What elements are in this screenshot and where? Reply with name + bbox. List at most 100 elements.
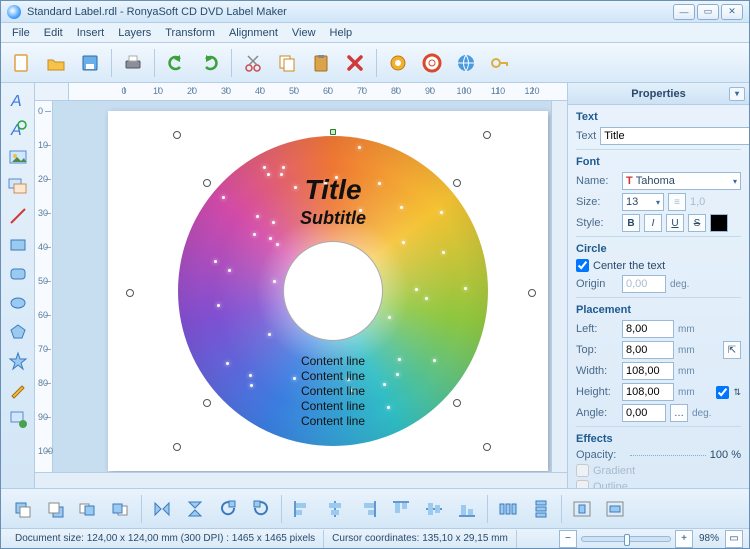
lock-pos-icon[interactable]: ⇱ (723, 341, 741, 359)
disc-content[interactable]: Content lineContent lineContent lineCont… (178, 354, 488, 429)
selection-handle-w[interactable] (126, 289, 134, 297)
angle-pick-icon[interactable]: … (670, 404, 688, 422)
menubar: File Edit Insert Layers Transform Alignm… (1, 23, 749, 43)
redo-button[interactable] (195, 48, 225, 78)
text-input[interactable] (600, 127, 749, 145)
width-input[interactable] (622, 362, 674, 380)
insert-circle-text-button[interactable]: A (5, 116, 31, 142)
open-button[interactable] (41, 48, 71, 78)
align-middle-v-button[interactable] (419, 494, 449, 524)
origin-input (622, 275, 666, 293)
font-color-swatch[interactable] (710, 214, 728, 232)
menu-transform[interactable]: Transform (158, 25, 222, 41)
menu-edit[interactable]: Edit (37, 25, 70, 41)
menu-alignment[interactable]: Alignment (222, 25, 285, 41)
insert-ellipse-button[interactable] (5, 290, 31, 316)
flip-v-button[interactable] (180, 494, 210, 524)
scrollbar-horizontal[interactable] (35, 472, 567, 488)
align-left-button[interactable] (287, 494, 317, 524)
disc-subtitle[interactable]: Subtitle (178, 208, 488, 229)
zoom-level: 98% (699, 533, 719, 544)
zoom-fit-button[interactable]: ▭ (725, 530, 743, 548)
new-button[interactable] (7, 48, 37, 78)
app-icon (7, 5, 21, 19)
align-top-button[interactable] (386, 494, 416, 524)
rotate-right-button[interactable] (246, 494, 276, 524)
disc-info-right[interactable]: Info (483, 286, 488, 303)
center-page-h-button[interactable] (567, 494, 597, 524)
statusbar: Document size: 124,00 x 124,00 mm (300 D… (1, 528, 749, 548)
insert-star-button[interactable] (5, 348, 31, 374)
insert-text-button[interactable]: A (5, 87, 31, 113)
font-size-combo[interactable]: 13▾ (622, 193, 664, 211)
height-input[interactable] (622, 383, 674, 401)
page[interactable]: Title Subtitle Info Info Content lineCon… (108, 111, 548, 471)
italic-button[interactable]: I (644, 214, 662, 232)
zoom-out-button[interactable]: − (559, 530, 577, 548)
lock-ratio-checkbox[interactable] (716, 386, 729, 399)
rotate-left-button[interactable] (213, 494, 243, 524)
print-button[interactable] (118, 48, 148, 78)
menu-layers[interactable]: Layers (111, 25, 158, 41)
angle-input[interactable] (622, 404, 666, 422)
paste-button[interactable] (306, 48, 336, 78)
help-button[interactable] (417, 48, 447, 78)
align-center-h-button[interactable] (320, 494, 350, 524)
cut-button[interactable] (238, 48, 268, 78)
menu-help[interactable]: Help (323, 25, 360, 41)
panel-dropdown-icon[interactable]: ▾ (729, 87, 745, 101)
insert-images-button[interactable] (5, 174, 31, 200)
send-back-button[interactable] (40, 494, 70, 524)
center-text-checkbox[interactable] (576, 259, 589, 272)
flip-h-button[interactable] (147, 494, 177, 524)
gradient-checkbox (576, 464, 589, 477)
undo-button[interactable] (161, 48, 191, 78)
insert-roundrect-button[interactable] (5, 261, 31, 287)
svg-text:A: A (10, 93, 22, 110)
zoom-slider[interactable] (581, 536, 671, 542)
send-backward-button[interactable] (106, 494, 136, 524)
bring-front-button[interactable] (7, 494, 37, 524)
zoom-in-button[interactable]: + (675, 530, 693, 548)
align-bottom-button[interactable] (452, 494, 482, 524)
disc-title[interactable]: Title (178, 174, 488, 206)
underline-button[interactable]: U (666, 214, 684, 232)
disc-info-left[interactable]: Info (178, 286, 183, 303)
distribute-h-button[interactable] (493, 494, 523, 524)
disc-label[interactable]: Title Subtitle Info Info Content lineCon… (178, 136, 488, 446)
distribute-v-button[interactable] (526, 494, 556, 524)
menu-file[interactable]: File (5, 25, 37, 41)
ruler-corner (35, 83, 69, 101)
insert-line-button[interactable] (5, 203, 31, 229)
insert-image-button[interactable] (5, 145, 31, 171)
center-page-v-button[interactable] (600, 494, 630, 524)
close-button[interactable]: ✕ (721, 4, 743, 20)
strike-button[interactable]: S (688, 214, 706, 232)
pencil-button[interactable] (5, 377, 31, 403)
delete-button[interactable] (340, 48, 370, 78)
top-input[interactable] (622, 341, 674, 359)
copy-button[interactable] (272, 48, 302, 78)
selection-handle-n[interactable] (330, 129, 336, 135)
left-input[interactable] (622, 320, 674, 338)
minimize-button[interactable]: — (673, 4, 695, 20)
menu-insert[interactable]: Insert (70, 25, 112, 41)
key-button[interactable] (485, 48, 515, 78)
menu-view[interactable]: View (285, 25, 323, 41)
disc-hole (283, 241, 383, 341)
bold-button[interactable]: B (622, 214, 640, 232)
insert-rect-button[interactable] (5, 232, 31, 258)
selection-handle-e[interactable] (528, 289, 536, 297)
image-fx-button[interactable] (5, 406, 31, 432)
settings-button[interactable] (383, 48, 413, 78)
canvas[interactable]: Title Subtitle Info Info Content lineCon… (53, 101, 551, 472)
align-right-button[interactable] (353, 494, 383, 524)
scrollbar-vertical[interactable] (551, 101, 567, 472)
web-button[interactable] (451, 48, 481, 78)
save-button[interactable] (75, 48, 105, 78)
font-name-combo[interactable]: TTahoma▾ (622, 172, 741, 190)
maximize-button[interactable]: ▭ (697, 4, 719, 20)
insert-polygon-button[interactable] (5, 319, 31, 345)
bring-forward-button[interactable] (73, 494, 103, 524)
line-spacing-icon[interactable]: ≡ (668, 193, 686, 211)
